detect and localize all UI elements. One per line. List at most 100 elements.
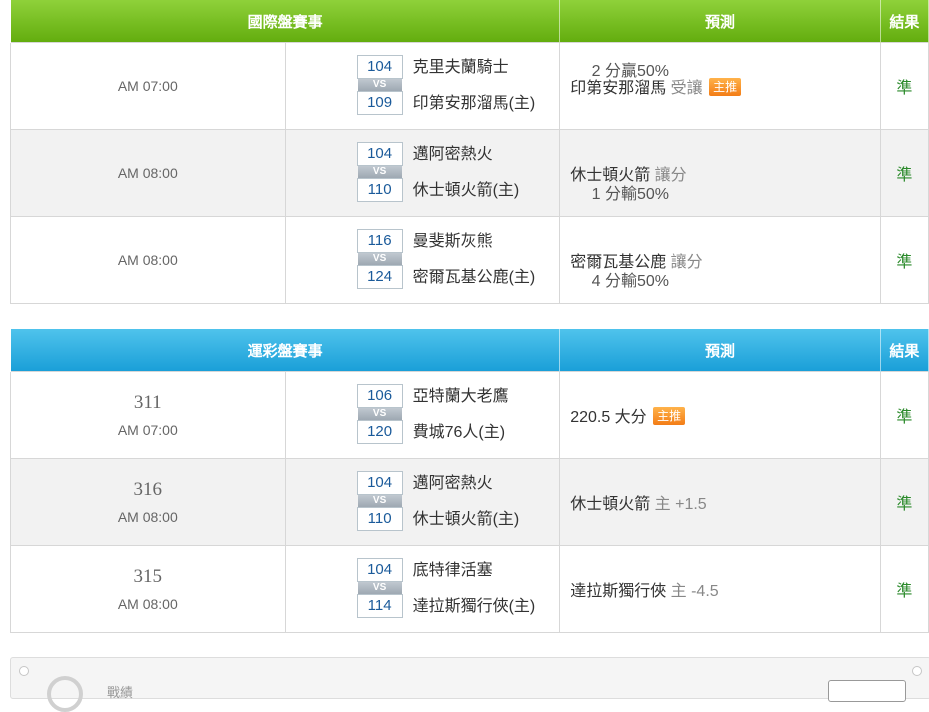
matchup-cell: 104 VS 110 邁阿密熱火 休士頓火箭(主) 1 分輸50% [284, 129, 669, 217]
game-time: AM 07:00 [117, 78, 178, 94]
score-stack: 106 VS 120 [356, 384, 403, 444]
panel-dot-right [912, 666, 922, 676]
home-score: 114 [356, 594, 403, 618]
home-score: 110 [356, 178, 403, 202]
away-score: 104 [356, 55, 403, 79]
intl-header-result: 結果 [879, 0, 929, 43]
prediction-pick: 休士頓火箭 [570, 496, 651, 513]
vs-label: VS [357, 582, 402, 594]
result-cell: 準 [879, 371, 929, 459]
prediction-pick: 達拉斯獨行俠 [570, 583, 667, 600]
team-names: 克里夫蘭騎士印第安那溜馬(主) [413, 57, 536, 129]
vs-label: VS [357, 79, 402, 91]
game-number: 316 [133, 479, 163, 500]
score-stack: 104 VS 109 [356, 55, 403, 115]
score-stack: 104 VS 110 [356, 471, 403, 531]
prediction-cell: 印第安那溜馬 受讓 主推 [559, 42, 881, 130]
prediction-cell: 休士頓火箭 主 +1.5 [559, 458, 881, 546]
result-cell: 準 [879, 545, 929, 633]
game-time: AM 08:00 [117, 165, 178, 181]
home-team-name: 休士頓火箭(主) [412, 182, 520, 199]
team-names: 曼斐斯灰熊密爾瓦基公鹿(主) [413, 231, 536, 303]
intl-header-game: 國際盤賽事 [9, 0, 561, 43]
game-time-cell: 316 AM 08:00 [10, 458, 286, 546]
matchup-cell: 104 VS 109 克里夫蘭騎士 印第安那溜馬(主) 2 分贏50% [284, 42, 669, 130]
handicap-result: 2 分贏50% [591, 63, 669, 80]
intl-table: 國際盤賽事 預測 結果 AM 07:00 104 VS 109 克里夫蘭騎士 印第安那溜馬… [9, 0, 929, 304]
sport-game-row: 315 AM 08:00 104 VS 114 底特律活塞 達拉斯獨行俠(主) 達拉斯獨行俠 … [10, 545, 929, 633]
game-time: AM 08:00 [117, 252, 178, 268]
sport-header-result: 結果 [879, 329, 929, 372]
result-cell: 準 [879, 216, 929, 304]
matchup-cell: 116 VS 124 曼斐斯灰熊 密爾瓦基公鹿(主) 4 分輸50% [284, 216, 669, 304]
team-names: 亞特蘭大老鷹 費城76人(主) [413, 386, 509, 458]
intl-header-prediction: 預測 [559, 0, 881, 43]
intl-header-row: 國際盤賽事 預測 結果 [9, 0, 929, 43]
vs-label: VS [357, 166, 402, 178]
handicap-result: 4 分輸50% [591, 273, 669, 290]
game-time-cell: AM 07:00 [10, 42, 286, 130]
game-number: 315 [133, 566, 163, 587]
record-button[interactable] [828, 680, 906, 702]
away-score: 116 [356, 229, 403, 253]
intl-game-row: AM 07:00 104 VS 109 克里夫蘭騎士 印第安那溜馬(主) 2 分贏50% 印第… [10, 42, 929, 130]
game-time: AM 08:00 [117, 596, 178, 612]
sport-table: 運彩盤賽事 預測 結果 311 AM 07:00 106 VS 120 亞特蘭大老鷹 費城7… [9, 329, 929, 633]
away-team-name: 底特律活塞 [412, 562, 493, 579]
game-time: AM 08:00 [117, 509, 178, 525]
score-stack: 104 VS 110 [356, 142, 403, 202]
sport-game-row: 311 AM 07:00 106 VS 120 亞特蘭大老鷹 費城76人(主) 220.5 大… [10, 371, 929, 459]
away-team-name: 曼斐斯灰熊 [412, 233, 493, 250]
prediction-cell: 220.5 大分 主推 [559, 371, 881, 459]
record-ring-icon [47, 676, 83, 712]
matchup-cell: 104 VS 110 邁阿密熱火 休士頓火箭(主) [284, 458, 561, 546]
sport-header-game: 運彩盤賽事 [9, 329, 561, 372]
home-score: 110 [356, 507, 403, 531]
away-score: 106 [356, 384, 403, 408]
away-team-name: 邁阿密熱火 [412, 475, 493, 492]
vs-label: VS [357, 495, 402, 507]
game-number: 311 [133, 392, 162, 413]
game-time-cell: AM 08:00 [10, 129, 286, 217]
away-team-name: 亞特蘭大老鷹 [412, 388, 509, 405]
score-stack: 104 VS 114 [356, 558, 403, 618]
handicap-result: 1 分輸50% [591, 186, 669, 203]
away-score: 104 [356, 558, 403, 582]
home-score: 120 [356, 420, 403, 444]
game-time-cell: AM 08:00 [10, 216, 286, 304]
team-names: 邁阿密熱火休士頓火箭(主) [413, 473, 520, 545]
team-names: 底特律活塞達拉斯獨行俠(主) [413, 560, 536, 632]
intl-game-row: AM 08:00 104 VS 110 邁阿密熱火休士頓火箭(主) 1 分輸50% 休士頓火… [10, 129, 929, 217]
record-panel: 戰績 [10, 657, 929, 712]
game-time-cell: 311 AM 07:00 [10, 371, 286, 459]
result-cell: 準 [879, 42, 929, 130]
home-team-name: 休士頓火箭(主) [412, 511, 520, 528]
panel-dot-left [19, 666, 29, 676]
prediction-type: 主 +1.5 [654, 496, 707, 513]
home-score: 109 [356, 91, 403, 115]
sport-game-row: 316 AM 08:00 104 VS 110 邁阿密熱火 休士頓火箭(主) 休士頓火箭 主 … [10, 458, 929, 546]
prediction-pick: 印第安那溜馬 [570, 80, 667, 97]
score-stack: 116 VS 124 [356, 229, 403, 289]
home-team-name: 印第安那溜馬(主) [412, 95, 536, 112]
matchup-cell: 106 VS 120 亞特蘭大老鷹 費城76人(主) [284, 371, 561, 459]
prediction-type: 讓分 [670, 254, 703, 271]
game-time-cell: 315 AM 08:00 [10, 545, 286, 633]
prediction-cell: 達拉斯獨行俠 主 -4.5 [559, 545, 881, 633]
home-team-name: 密爾瓦基公鹿(主) [412, 269, 536, 286]
away-team-name: 邁阿密熱火 [412, 146, 493, 163]
matchup-cell: 104 VS 114 底特律活塞 達拉斯獨行俠(主) [284, 545, 561, 633]
record-title: 戰績 [107, 685, 134, 700]
vs-label: VS [357, 408, 402, 420]
result-cell: 準 [879, 458, 929, 546]
home-team-name: 達拉斯獨行俠(主) [412, 598, 536, 615]
vs-label: VS [357, 253, 402, 265]
result-cell: 準 [879, 129, 929, 217]
prediction-type: 主 -4.5 [670, 583, 719, 600]
main-pick-badge: 主推 [653, 407, 686, 425]
away-team-name: 克里夫蘭騎士 [412, 59, 509, 76]
team-names: 邁阿密熱火休士頓火箭(主) [413, 144, 520, 216]
game-time: AM 07:00 [117, 422, 178, 438]
sport-header-row: 運彩盤賽事 預測 結果 [9, 329, 929, 372]
home-score: 124 [356, 265, 403, 289]
